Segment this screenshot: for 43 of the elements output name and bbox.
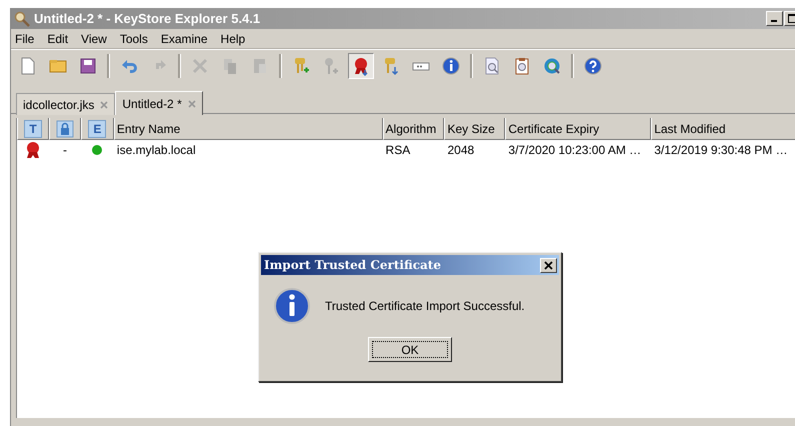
menu-item[interactable]: Edit xyxy=(47,32,68,45)
magnifier-icon xyxy=(14,10,30,26)
lock-icon xyxy=(56,120,74,138)
menu-item[interactable]: View xyxy=(81,32,107,45)
close-button[interactable] xyxy=(540,258,557,272)
column-header[interactable]: E xyxy=(80,118,114,140)
table-cell: RSA xyxy=(386,143,410,157)
close-icon[interactable] xyxy=(188,100,196,108)
column-header[interactable]: Last Modified xyxy=(651,118,795,140)
menu-item[interactable]: Tools xyxy=(120,32,148,45)
column-header[interactable]: Certificate Expiry xyxy=(505,118,652,140)
ok-button[interactable]: OK xyxy=(368,337,452,362)
column-header[interactable]: Key Size xyxy=(444,118,506,140)
dialog-title: Import Trusted Certificate xyxy=(264,258,441,272)
table-cell: - xyxy=(62,143,67,157)
type-letter-icon: T xyxy=(24,120,42,138)
info-icon xyxy=(441,56,461,76)
help-icon xyxy=(583,56,603,76)
close-icon[interactable] xyxy=(100,100,108,108)
save-icon xyxy=(78,56,98,76)
column-header[interactable]: Entry Name xyxy=(114,118,383,140)
column-header[interactable] xyxy=(48,118,81,140)
toolbar-button[interactable] xyxy=(348,52,374,78)
minimize-button[interactable] xyxy=(766,11,783,26)
menu-item[interactable]: File xyxy=(15,32,34,45)
column-header[interactable]: T xyxy=(17,118,49,140)
document-tab[interactable]: Untitled-2 * xyxy=(115,91,203,115)
document-tab[interactable]: idcollector.jks xyxy=(16,93,116,115)
dialog-message: Trusted Certificate Import Successful. xyxy=(325,299,525,313)
window-title: Untitled-2 * - KeyStore Explorer 5.4.1 xyxy=(34,11,260,26)
maximize-icon xyxy=(788,14,795,23)
certificate-icon xyxy=(24,141,41,159)
table-cell: 3/12/2019 9:30:48 PM … xyxy=(654,143,788,157)
table-cell: 3/7/2020 10:23:00 AM … xyxy=(508,143,642,157)
close-icon xyxy=(544,260,553,270)
globe-search-icon xyxy=(542,56,562,76)
type-letter-icon: E xyxy=(88,120,106,138)
menu-item[interactable]: Help xyxy=(220,32,246,45)
column-header[interactable]: Algorithm xyxy=(382,118,444,140)
info-icon xyxy=(273,287,311,325)
table-cell: ise.mylab.local xyxy=(116,143,196,157)
table-cell: 2048 xyxy=(447,143,474,157)
menu-item[interactable]: Examine xyxy=(160,32,208,45)
